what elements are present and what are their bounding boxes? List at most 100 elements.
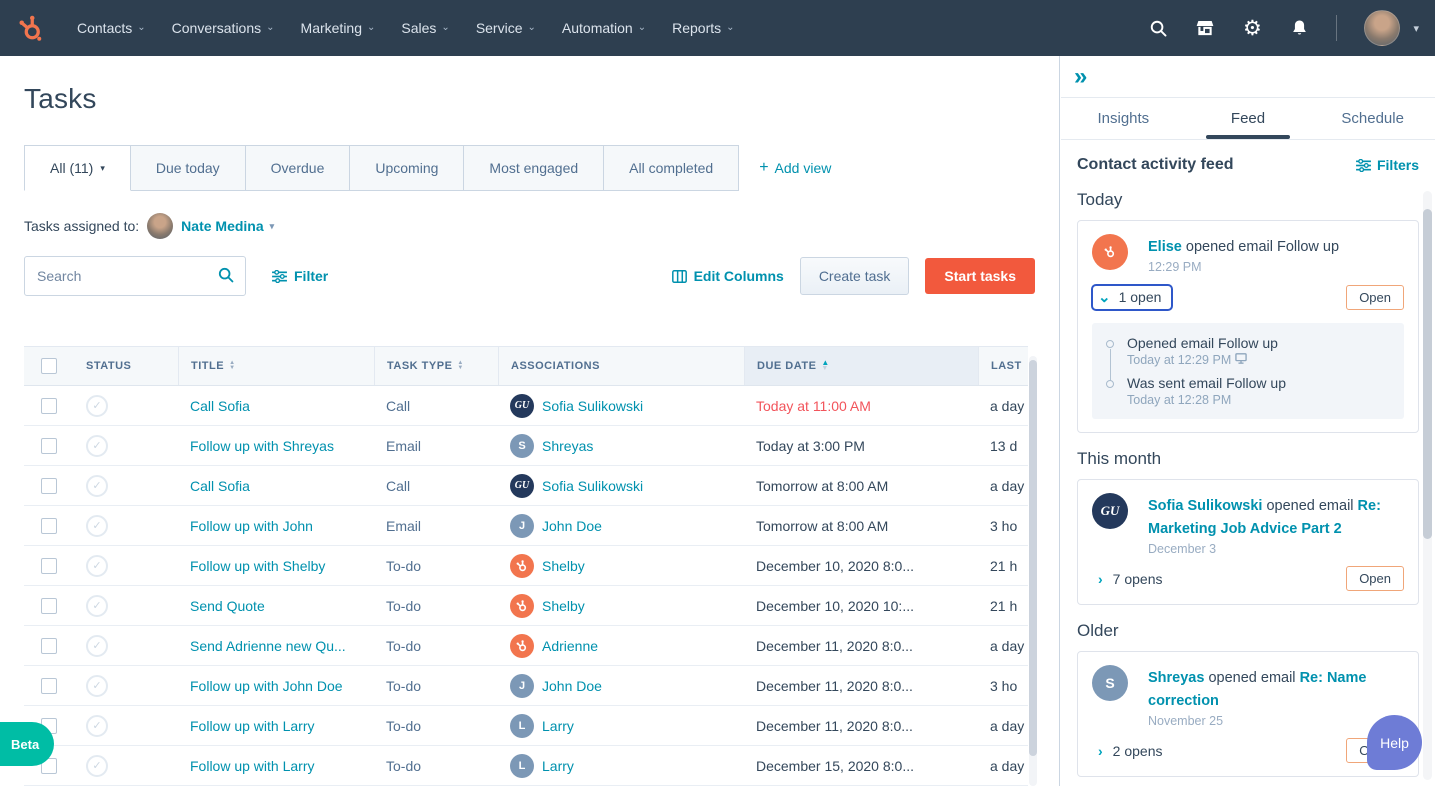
column-header-title[interactable]: TITLE▲▼ xyxy=(178,347,374,385)
open-email-button[interactable]: Open xyxy=(1346,285,1404,310)
column-header-last[interactable]: LAST xyxy=(978,347,1028,385)
sort-icon[interactable]: ▲▼ xyxy=(457,361,463,371)
feed-timestamp: November 25 xyxy=(1148,714,1404,728)
row-checkbox[interactable] xyxy=(41,598,57,614)
sort-ascending-icon[interactable]: ▲▼ xyxy=(821,360,829,372)
row-checkbox[interactable] xyxy=(41,558,57,574)
association-link[interactable]: Larry xyxy=(542,758,574,774)
row-checkbox[interactable] xyxy=(41,438,57,454)
task-title-link[interactable]: Send Quote xyxy=(190,598,265,614)
row-checkbox[interactable] xyxy=(41,678,57,694)
column-header-associations[interactable]: ASSOCIATIONS xyxy=(498,347,744,385)
association-link[interactable]: John Doe xyxy=(542,518,602,534)
association-link[interactable]: Adrienne xyxy=(542,638,598,654)
chevron-down-icon[interactable]: ▾ xyxy=(1413,22,1419,35)
task-complete-icon[interactable]: ✓ xyxy=(86,395,108,417)
task-complete-icon[interactable]: ✓ xyxy=(86,515,108,537)
feed-actor-link[interactable]: Elise xyxy=(1148,239,1182,255)
task-title-link[interactable]: Follow up with John xyxy=(190,518,313,534)
collapse-panel-icon[interactable]: » xyxy=(1074,65,1087,89)
association-link[interactable]: Sofia Sulikowski xyxy=(542,478,643,494)
task-complete-icon[interactable]: ✓ xyxy=(86,715,108,737)
row-checkbox[interactable] xyxy=(41,398,57,414)
task-title-link[interactable]: Follow up with Shreyas xyxy=(190,438,334,454)
task-title-link[interactable]: Follow up with Shelby xyxy=(190,558,325,574)
beta-badge[interactable]: Beta xyxy=(0,722,54,766)
association-link[interactable]: Shelby xyxy=(542,558,585,574)
add-view-button[interactable]: + Add view xyxy=(759,159,831,177)
search-input[interactable] xyxy=(24,256,246,296)
chevron-right-icon[interactable]: › xyxy=(1098,571,1103,587)
due-date-label: Today at 11:00 AM xyxy=(756,398,871,414)
column-label: TASK TYPE xyxy=(387,360,452,372)
nav-item-marketing[interactable]: Marketing⌄ xyxy=(301,20,376,36)
association-link[interactable]: Larry xyxy=(542,718,574,734)
row-checkbox[interactable] xyxy=(41,518,57,534)
create-task-button[interactable]: Create task xyxy=(800,257,910,295)
table-vertical-scrollbar[interactable] xyxy=(1029,356,1037,786)
association-link[interactable]: Shreyas xyxy=(542,438,593,454)
task-complete-icon[interactable]: ✓ xyxy=(86,435,108,457)
row-checkbox[interactable] xyxy=(41,478,57,494)
nav-item-service[interactable]: Service⌄ xyxy=(476,20,536,36)
start-tasks-button[interactable]: Start tasks xyxy=(925,258,1035,294)
user-avatar[interactable] xyxy=(1364,10,1400,46)
task-complete-icon[interactable]: ✓ xyxy=(86,675,108,697)
hubspot-logo-icon[interactable] xyxy=(14,11,48,45)
view-tab-upcoming[interactable]: Upcoming xyxy=(350,145,464,191)
task-title-link[interactable]: Call Sofia xyxy=(190,478,250,494)
panel-tab-feed[interactable]: Feed xyxy=(1186,98,1311,139)
open-email-button[interactable]: Open xyxy=(1346,566,1404,591)
select-all-checkbox[interactable] xyxy=(41,358,57,374)
nav-item-contacts[interactable]: Contacts⌄ xyxy=(77,20,146,36)
opens-toggle-focused[interactable]: ⌄1 open xyxy=(1091,284,1173,311)
task-title-link[interactable]: Follow up with John Doe xyxy=(190,678,343,694)
view-tab-overdue[interactable]: Overdue xyxy=(246,145,351,191)
sort-icon[interactable]: ▲▼ xyxy=(229,361,235,371)
assignee-dropdown[interactable]: Nate Medina ▾ xyxy=(181,218,274,234)
search-icon[interactable] xyxy=(1148,18,1168,38)
view-tab-due-today[interactable]: Due today xyxy=(131,145,246,191)
marketplace-icon[interactable] xyxy=(1195,18,1215,38)
task-title-link[interactable]: Send Adrienne new Qu... xyxy=(190,638,346,654)
nav-item-sales[interactable]: Sales⌄ xyxy=(401,20,449,36)
panel-vertical-scrollbar[interactable] xyxy=(1423,191,1432,780)
nav-item-conversations[interactable]: Conversations⌄ xyxy=(172,20,275,36)
panel-tab-schedule[interactable]: Schedule xyxy=(1310,98,1435,139)
column-header-due-date[interactable]: DUE DATE▲▼ xyxy=(744,347,978,385)
filter-button[interactable]: Filter xyxy=(272,268,328,284)
task-title-link[interactable]: Follow up with Larry xyxy=(190,758,315,774)
task-complete-icon[interactable]: ✓ xyxy=(86,755,108,777)
panel-tab-insights[interactable]: Insights xyxy=(1061,98,1186,139)
view-tab-all-11[interactable]: All (11)▾ xyxy=(24,145,131,191)
feed-actor-link[interactable]: Sofia Sulikowski xyxy=(1148,498,1262,514)
task-complete-icon[interactable]: ✓ xyxy=(86,635,108,657)
task-title-link[interactable]: Call Sofia xyxy=(190,398,250,414)
filters-button[interactable]: Filters xyxy=(1356,157,1419,173)
notifications-icon[interactable] xyxy=(1289,18,1309,38)
scrollbar-thumb[interactable] xyxy=(1029,360,1037,756)
row-checkbox[interactable] xyxy=(41,638,57,654)
settings-icon[interactable]: ⚙ xyxy=(1242,18,1262,38)
scrollbar-thumb[interactable] xyxy=(1423,209,1432,539)
chevron-down-icon[interactable]: ⌄ xyxy=(1098,288,1111,306)
association-link[interactable]: John Doe xyxy=(542,678,602,694)
edit-columns-button[interactable]: Edit Columns xyxy=(672,268,784,284)
feed-actor-link[interactable]: Shreyas xyxy=(1148,670,1204,686)
association-link[interactable]: Sofia Sulikowski xyxy=(542,398,643,414)
help-button[interactable]: Help xyxy=(1367,715,1422,770)
task-title-link[interactable]: Follow up with Larry xyxy=(190,718,315,734)
task-complete-icon[interactable]: ✓ xyxy=(86,475,108,497)
chevron-right-icon[interactable]: › xyxy=(1098,743,1103,759)
view-tab-most-engaged[interactable]: Most engaged xyxy=(464,145,604,191)
table-row: ✓Follow up with LarryTo-doLLarryDecember… xyxy=(24,706,1028,746)
column-header-status[interactable]: STATUS xyxy=(74,347,178,385)
column-header-task-type[interactable]: TASK TYPE ▲▼ xyxy=(374,347,498,385)
view-tab-all-completed[interactable]: All completed xyxy=(604,145,739,191)
task-complete-icon[interactable]: ✓ xyxy=(86,555,108,577)
search-icon[interactable] xyxy=(217,266,235,289)
nav-item-reports[interactable]: Reports⌄ xyxy=(672,20,734,36)
nav-item-automation[interactable]: Automation⌄ xyxy=(562,20,646,36)
association-link[interactable]: Shelby xyxy=(542,598,585,614)
task-complete-icon[interactable]: ✓ xyxy=(86,595,108,617)
